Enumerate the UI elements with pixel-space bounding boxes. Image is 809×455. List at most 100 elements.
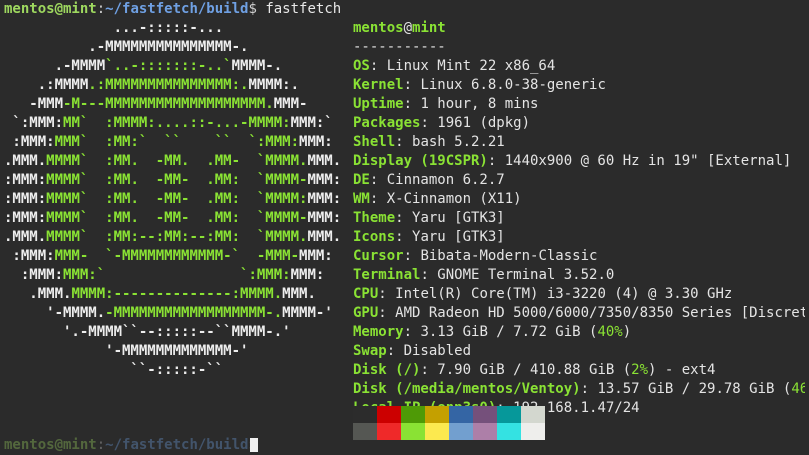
logo-segment: MMM:` bbox=[290, 115, 333, 131]
logo-segment: MMM: bbox=[307, 191, 342, 207]
info-value: Linux 6.8.0-38-generic bbox=[420, 77, 606, 93]
logo-segment: .:MMMMMMMMMMMMMMM:. bbox=[88, 77, 249, 93]
logo-segment: MMM: bbox=[307, 210, 342, 226]
info-value-tail: ) - ext4 bbox=[648, 362, 716, 378]
info-line: Terminal: GNOME Terminal 3.52.0 bbox=[353, 267, 615, 283]
info-line: Disk (/media/mentos/Ventoy): 13.57 GiB /… bbox=[353, 380, 805, 399]
info-separator: ----------- bbox=[353, 39, 446, 55]
logo-line: '-MMMMMMMMMMMMM-' bbox=[4, 342, 341, 361]
logo-segment: :MMM: bbox=[4, 134, 55, 150]
logo-segment: -MMMMMMMMMMMMMMMMMM-. bbox=[105, 305, 283, 321]
color-swatch bbox=[353, 406, 377, 423]
info-key: Terminal bbox=[353, 267, 421, 283]
info-key: OS bbox=[353, 58, 370, 74]
command-prompt-line: mentos@mint:~/fastfetch/build$ fastfetch bbox=[4, 0, 341, 19]
info-key: Icons bbox=[353, 229, 396, 245]
logo-line: :MMM:MMMM` :MM. -MM- .MM: `MMMM-MMM: bbox=[4, 171, 341, 190]
logo-segment: MMM: bbox=[299, 134, 333, 150]
logo-line: .-MMMM`..-:::::::-..`MMMM-. bbox=[4, 57, 341, 76]
logo-segment: .MMM. bbox=[4, 286, 72, 302]
info-key: Disk (/) bbox=[353, 362, 421, 378]
info-line: Cursor: Bibata-Modern-Classic bbox=[353, 248, 598, 264]
info-value: Disabled bbox=[403, 343, 472, 359]
next-prompt-line: mentos@mint:~/fastfetch/build$ bbox=[4, 436, 265, 455]
info-key: Uptime bbox=[353, 96, 404, 112]
color-swatch bbox=[521, 423, 545, 440]
logo-segment: MMM: bbox=[307, 172, 342, 188]
info-value: Cinnamon 6.2.7 bbox=[386, 172, 505, 188]
info-percent: 40% bbox=[597, 324, 623, 340]
info-key: Swap bbox=[353, 343, 387, 359]
info-value: 13.57 GiB / 29.78 GiB ( bbox=[597, 381, 792, 397]
info-value: 3.13 GiB / 7.72 GiB ( bbox=[420, 324, 598, 340]
logo-segment: .-MMMM bbox=[4, 58, 106, 74]
info-line: Shell: bash 5.2.21 bbox=[353, 134, 505, 150]
logo-segment: ``-:::::-`` bbox=[4, 362, 224, 378]
color-swatch bbox=[377, 406, 401, 423]
color-swatch bbox=[449, 423, 473, 440]
prompt-user-host: mentos@mint bbox=[4, 1, 97, 17]
logo-segment: MMM- `-MMMMMMMMMMMM-` -MMM- bbox=[54, 248, 300, 264]
logo-segment: '-MMMM. bbox=[4, 305, 106, 321]
info-value: bash 5.2.21 bbox=[412, 134, 505, 150]
logo-segment: MMM. bbox=[282, 286, 316, 302]
palette-row-normal bbox=[353, 406, 545, 423]
prompt-colon: : bbox=[96, 1, 106, 17]
info-line: Packages: 1961 (dpkg) bbox=[353, 115, 531, 131]
info-key: Memory bbox=[353, 324, 404, 340]
info-line: WM: X-Cinnamon (X11) bbox=[353, 191, 522, 207]
logo-segment: `:MMM: bbox=[4, 115, 64, 131]
logo-segment: .-MMMMMMMMMMMMMMM-. bbox=[4, 39, 249, 55]
logo-line: -MMM-M---MMMMMMMMMMMMMMMMMMM.MMM- bbox=[4, 95, 341, 114]
color-swatch bbox=[401, 423, 425, 440]
logo-line: `:MMM:MM` :MMMM:....::-...-MMMM:MMM:` bbox=[4, 114, 341, 133]
logo-segment: MM` :MMMM:....::-...-MMMM: bbox=[63, 115, 291, 131]
next-prompt-colon: : bbox=[96, 437, 106, 453]
logo-line: :MMM:MMMM` :MM. -MM- .MM: `MMMM-MMM: bbox=[4, 209, 341, 228]
info-value: 7.90 GiB / 410.88 GiB ( bbox=[437, 362, 632, 378]
logo-segment: .:MMMM bbox=[4, 77, 89, 93]
logo-line: :MMM:MMM- `-MMMMMMMMMMMM-` -MMM-MMM: bbox=[4, 247, 341, 266]
logo-segment: MMM:` `:MMM: bbox=[63, 267, 291, 283]
logo-line: :MMM:MMM` :MM:` `` `` `:MMM:MMM: bbox=[4, 133, 341, 152]
info-key: Disk (/media/mentos/Ventoy) bbox=[353, 381, 581, 397]
info-line: Kernel: Linux 6.8.0-38-generic bbox=[353, 77, 606, 93]
logo-segment: .MMM. bbox=[4, 153, 47, 169]
logo-segment: MMMM` :MM:--:MM:--:MM: `MMMM. bbox=[46, 229, 308, 245]
logo-line: .MMM.MMMM` :MM. -MM. .MM- `MMMM.MMM. bbox=[4, 152, 341, 171]
logo-segment: '-MMMMMMMMMMMMM-' bbox=[4, 343, 249, 359]
info-key: GPU bbox=[353, 305, 379, 321]
info-value: Yaru [GTK3] bbox=[412, 210, 505, 226]
logo-segment: :MMM: bbox=[4, 248, 55, 264]
color-swatch bbox=[425, 406, 449, 423]
info-line: GPU: AMD Radeon HD 5000/6000/7350/8350 S… bbox=[353, 304, 805, 323]
info-value: AMD Radeon HD 5000/6000/7350/8350 Series… bbox=[395, 305, 805, 321]
color-palette bbox=[353, 406, 545, 440]
title-host: mint bbox=[412, 20, 446, 36]
prompt-command: fastfetch bbox=[265, 1, 342, 17]
logo-segment: MMMM` :MM. -MM- .MM: `MMMM- bbox=[46, 210, 308, 226]
color-swatch bbox=[497, 406, 521, 423]
logo-segment: MMM- bbox=[273, 96, 308, 112]
color-swatch bbox=[449, 406, 473, 423]
logo-segment: MMMM:. bbox=[248, 77, 300, 93]
terminal-window[interactable]: mentos@mint:~/fastfetch/build$ fastfetch… bbox=[0, 0, 809, 453]
info-key: Kernel bbox=[353, 77, 404, 93]
info-key: WM bbox=[353, 191, 370, 207]
logo-line: .MMM.MMMM:--------------:MMMM.MMM. bbox=[4, 285, 341, 304]
info-line: Theme: Yaru [GTK3] bbox=[353, 210, 505, 226]
info-line: OS: Linux Mint 22 x86_64 bbox=[353, 58, 556, 74]
logo-segment: MMM` :MM:` `` `` `:MMM: bbox=[54, 134, 300, 150]
color-swatch bbox=[497, 423, 521, 440]
system-info-panel: mentos@mint ----------- OS: Linux Mint 2… bbox=[353, 19, 805, 437]
mint-ascii-logo: ...-:::::-... .-MMMMMMMMMMMMMMM-. .-MMMM… bbox=[4, 19, 341, 380]
logo-segment: MMM. bbox=[307, 229, 342, 245]
color-swatch bbox=[521, 406, 545, 423]
next-prompt-user-host: mentos@mint bbox=[4, 437, 97, 453]
logo-segment: ...-:::::-... bbox=[4, 20, 224, 36]
prompt-symbol: $ bbox=[248, 1, 266, 17]
logo-line: .:MMMM.:MMMMMMMMMMMMMMM:.MMMM:. bbox=[4, 76, 341, 95]
info-key: DE bbox=[353, 172, 370, 188]
info-percent: 2% bbox=[631, 362, 649, 378]
logo-segment: `..-:::::::-..` bbox=[105, 58, 232, 74]
